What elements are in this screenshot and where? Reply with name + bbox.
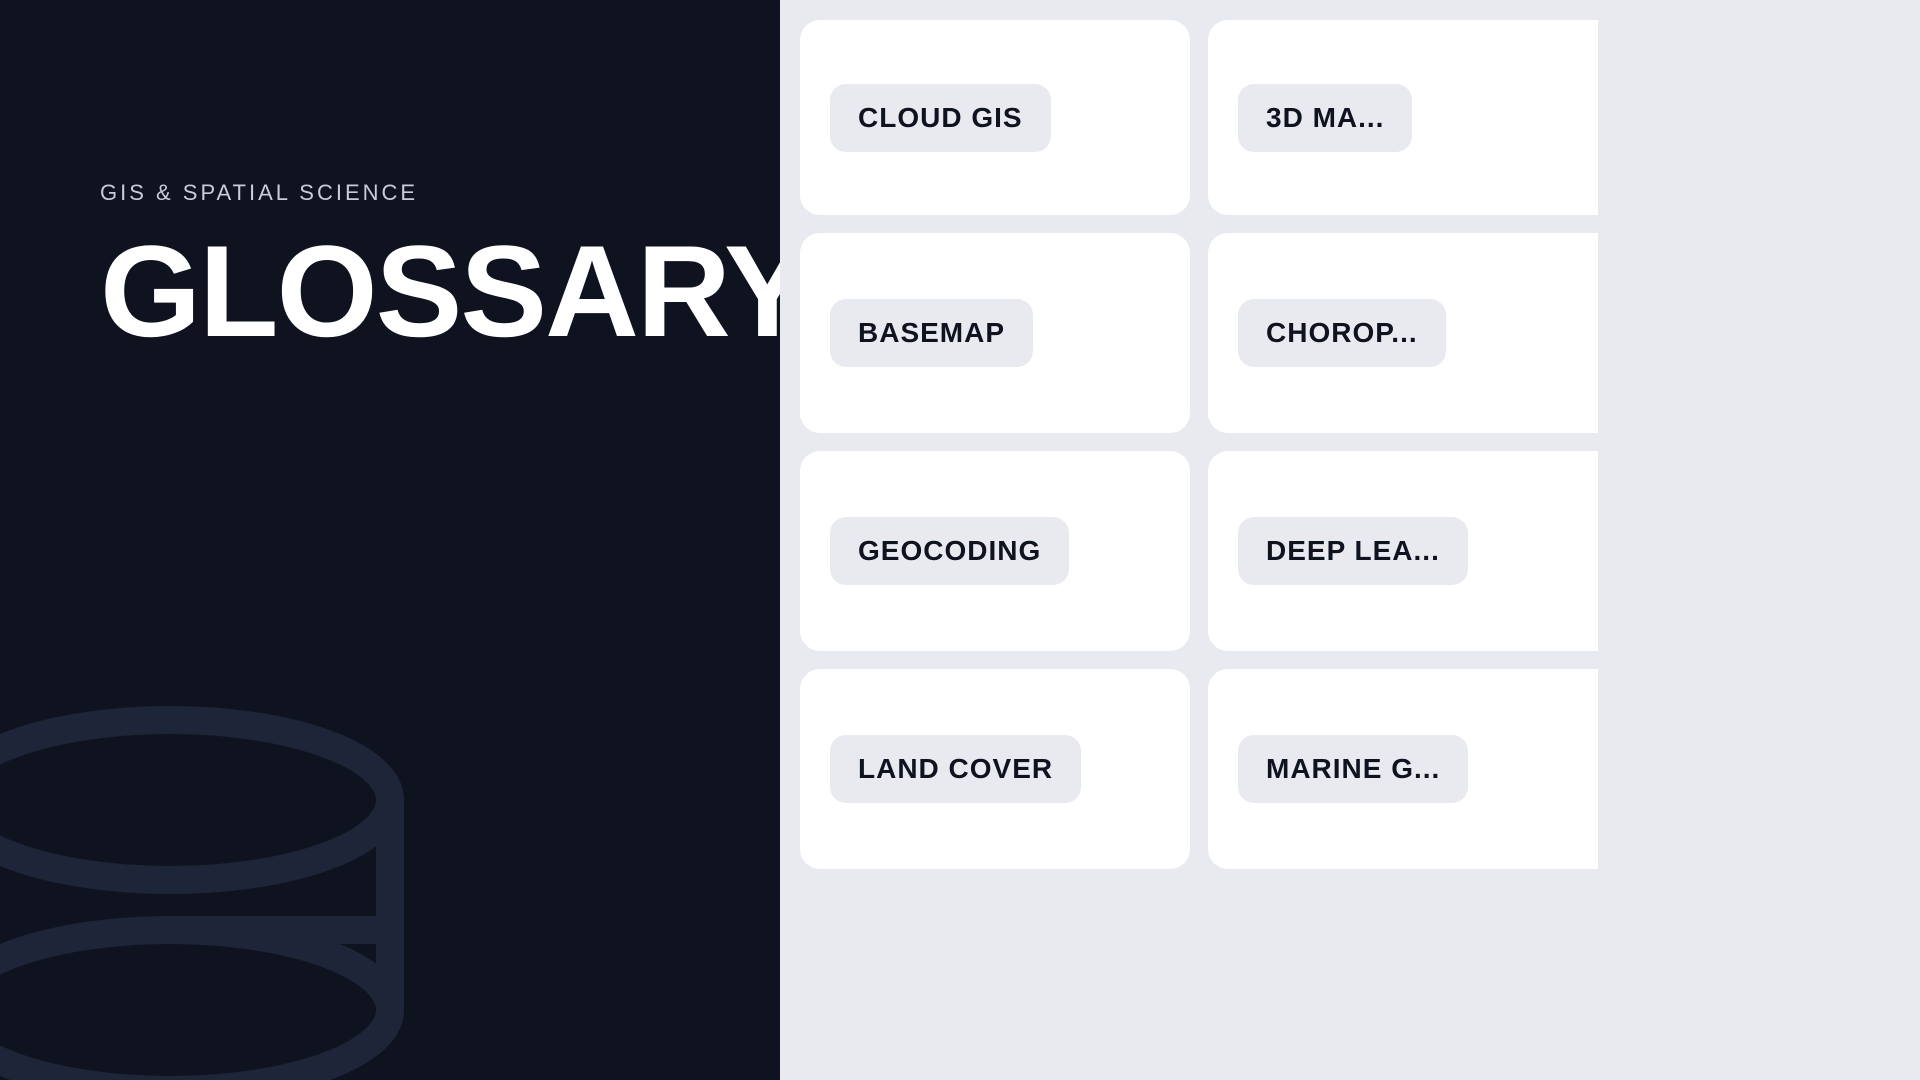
- card-label-cloud-gis: CLOUD GIS: [830, 84, 1051, 152]
- card-label-geocoding: GEOCODING: [830, 517, 1069, 585]
- left-panel: GIS & SPATIAL SCIENCE GLOSSARY: [0, 0, 780, 1080]
- card-label-3d-mapping: 3D MA...: [1238, 84, 1412, 152]
- card-deep-learning[interactable]: DEEP LEA...: [1208, 451, 1598, 651]
- card-geocoding[interactable]: GEOCODING: [800, 451, 1190, 651]
- main-title: GLOSSARY: [100, 226, 720, 356]
- card-choropleth[interactable]: CHOROP...: [1208, 233, 1598, 433]
- card-label-marine-gis: MARINE G...: [1238, 735, 1468, 803]
- card-marine-gis[interactable]: MARINE G...: [1208, 669, 1598, 869]
- card-label-land-cover: LAND COVER: [830, 735, 1081, 803]
- card-land-cover[interactable]: LAND COVER: [800, 669, 1190, 869]
- subtitle: GIS & SPATIAL SCIENCE: [100, 180, 720, 206]
- card-basemap[interactable]: BASEMAP: [800, 233, 1190, 433]
- card-3d-mapping[interactable]: 3D MA...: [1208, 20, 1598, 215]
- card-cloud-gis[interactable]: CLOUD GIS: [800, 20, 1190, 215]
- card-label-basemap: BASEMAP: [830, 299, 1033, 367]
- right-panel: CLOUD GIS 3D MA... BASEMAP CHOROP... GEO…: [780, 0, 1920, 1080]
- card-label-deep-learning: DEEP LEA...: [1238, 517, 1468, 585]
- decorative-shape: [0, 640, 420, 1080]
- card-label-choropleth: CHOROP...: [1238, 299, 1446, 367]
